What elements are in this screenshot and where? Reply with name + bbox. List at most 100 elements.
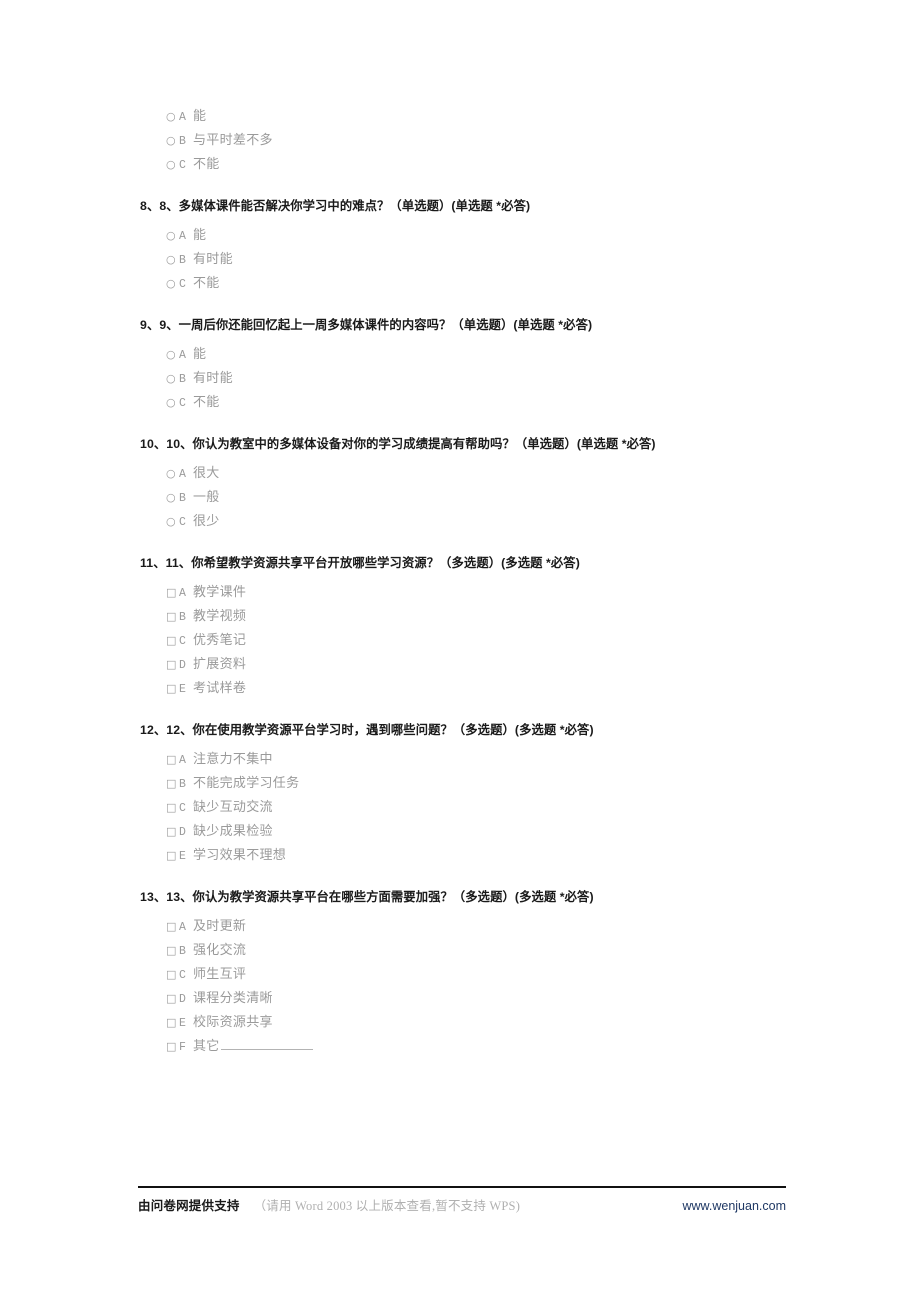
checkbox-icon[interactable]: □ [166,1011,179,1035]
checkbox-icon[interactable]: □ [166,772,179,796]
radio-icon[interactable]: ○ [166,462,179,486]
option-label: 注意力不集中 [193,751,273,766]
option-letter: E [179,850,186,863]
option-label: 不能 [193,156,220,171]
option-list: ○ A 很大 ○ B 一般 ○ C 很少 [140,461,800,533]
option-label: 教学视频 [193,608,247,623]
footer-brand: 由问卷网提供支持 [138,1199,240,1213]
option-label: 课程分类清晰 [193,990,273,1005]
radio-icon[interactable]: ○ [166,486,179,510]
questionnaire-body: ○ A 能 ○ B 与平时差不多 ○ C 不能 8、8、多媒体课件能否解决你学习中的难点？（单选… [140,104,800,1080]
option-letter: B [179,373,186,386]
option-row[interactable]: ○ B 与平时差不多 [166,128,800,152]
option-row[interactable]: □ A 注意力不集中 [166,747,800,771]
question-title: 10、10、你认为教室中的多媒体设备对你的学习成绩提高有帮助吗？（单选题）(单选… [140,437,656,451]
checkbox-icon[interactable]: □ [166,677,179,701]
checkbox-icon[interactable]: □ [166,915,179,939]
option-letter: B [179,492,186,505]
option-label: 很大 [193,465,220,480]
option-row[interactable]: ○ B 一般 [166,485,800,509]
radio-icon[interactable]: ○ [166,343,179,367]
option-row[interactable]: ○ A 能 [166,342,800,366]
option-letter: C [179,969,186,982]
radio-icon[interactable]: ○ [166,510,179,534]
option-letter: C [179,278,186,291]
option-label: 一般 [193,489,220,504]
option-row[interactable]: ○ A 能 [166,223,800,247]
option-row[interactable]: □ E 校际资源共享 [166,1010,800,1034]
option-row[interactable]: ○ C 不能 [166,390,800,414]
option-label: 不能 [193,394,220,409]
question-block-12: 12、12、你在使用教学资源平台学习时，遇到哪些问题？（多选题）(多选题 *必答… [140,722,800,867]
option-label: 不能完成学习任务 [193,775,300,790]
option-row[interactable]: □ C 师生互评 [166,962,800,986]
option-row[interactable]: ○ C 不能 [166,152,800,176]
option-letter: A [179,468,186,481]
radio-icon[interactable]: ○ [166,129,179,153]
checkbox-icon[interactable]: □ [166,581,179,605]
footer-website-link[interactable]: www.wenjuan.com [682,1199,786,1213]
option-row[interactable]: □ C 缺少互动交流 [166,795,800,819]
option-letter: D [179,993,186,1006]
option-row[interactable]: ○ A 能 [166,104,800,128]
radio-icon[interactable]: ○ [166,248,179,272]
option-row[interactable]: ○ B 有时能 [166,247,800,271]
option-letter: A [179,230,186,243]
option-row[interactable]: □ D 课程分类清晰 [166,986,800,1010]
checkbox-icon[interactable]: □ [166,629,179,653]
option-label: 缺少互动交流 [193,799,273,814]
radio-icon[interactable]: ○ [166,367,179,391]
radio-icon[interactable]: ○ [166,105,179,129]
checkbox-icon[interactable]: □ [166,844,179,868]
option-row[interactable]: □ D 扩展资料 [166,652,800,676]
option-row[interactable]: □ D 缺少成果检验 [166,819,800,843]
option-row[interactable]: □ E 考试样卷 [166,676,800,700]
option-row[interactable]: □ A 及时更新 [166,914,800,938]
option-list: ○ A 能 ○ B 有时能 ○ C 不能 [140,342,800,414]
checkbox-icon[interactable]: □ [166,939,179,963]
checkbox-icon[interactable]: □ [166,796,179,820]
option-label: 缺少成果检验 [193,823,273,838]
radio-icon[interactable]: ○ [166,391,179,415]
option-row[interactable]: ○ C 不能 [166,271,800,295]
question-title: 8、8、多媒体课件能否解决你学习中的难点？（单选题）(单选题 *必答) [140,199,531,213]
option-label: 与平时差不多 [193,132,273,147]
checkbox-icon[interactable]: □ [166,653,179,677]
footer-divider [138,1186,786,1188]
checkbox-icon[interactable]: □ [166,820,179,844]
option-label: 有时能 [193,251,233,266]
option-row[interactable]: □ B 不能完成学习任务 [166,771,800,795]
option-fill-in-blank[interactable] [220,1037,313,1050]
checkbox-icon[interactable]: □ [166,963,179,987]
footer-row: 由问卷网提供支持 （请用 Word 2003 以上版本查看,暂不支持 WPS) … [138,1195,786,1214]
option-letter: C [179,397,186,410]
question-block-13: 13、13、你认为教学资源共享平台在哪些方面需要加强？（多选题）(多选题 *必答… [140,889,800,1058]
option-letter: E [179,1017,186,1030]
option-row[interactable]: ○ C 很少 [166,509,800,533]
option-row[interactable]: ○ A 很大 [166,461,800,485]
option-row[interactable]: □ B 教学视频 [166,604,800,628]
checkbox-icon[interactable]: □ [166,748,179,772]
radio-icon[interactable]: ○ [166,153,179,177]
option-list: □ A 教学课件 □ B 教学视频 □ C 优秀笔记 □ D 扩展资料 □ E 考试样卷 [140,580,800,700]
checkbox-icon[interactable]: □ [166,605,179,629]
option-row[interactable]: □ B 强化交流 [166,938,800,962]
option-row[interactable]: □ C 优秀笔记 [166,628,800,652]
radio-icon[interactable]: ○ [166,224,179,248]
question-title: 12、12、你在使用教学资源平台学习时，遇到哪些问题？（多选题）(多选题 *必答… [140,723,594,737]
option-label: 有时能 [193,370,233,385]
option-row[interactable]: □ E 学习效果不理想 [166,843,800,867]
radio-icon[interactable]: ○ [166,272,179,296]
option-label: 校际资源共享 [193,1014,273,1029]
option-row[interactable]: □ F 其它 [166,1034,800,1058]
option-letter: B [179,611,186,624]
question-block-9: 9、9、一周后你还能回忆起上一周多媒体课件的内容吗？（单选题）(单选题 *必答)… [140,317,800,414]
option-label: 强化交流 [193,942,247,957]
checkbox-icon[interactable]: □ [166,1035,179,1059]
option-letter: F [179,1041,186,1054]
option-row[interactable]: □ A 教学课件 [166,580,800,604]
option-row[interactable]: ○ B 有时能 [166,366,800,390]
option-label: 考试样卷 [193,680,247,695]
checkbox-icon[interactable]: □ [166,987,179,1011]
option-letter: C [179,635,186,648]
